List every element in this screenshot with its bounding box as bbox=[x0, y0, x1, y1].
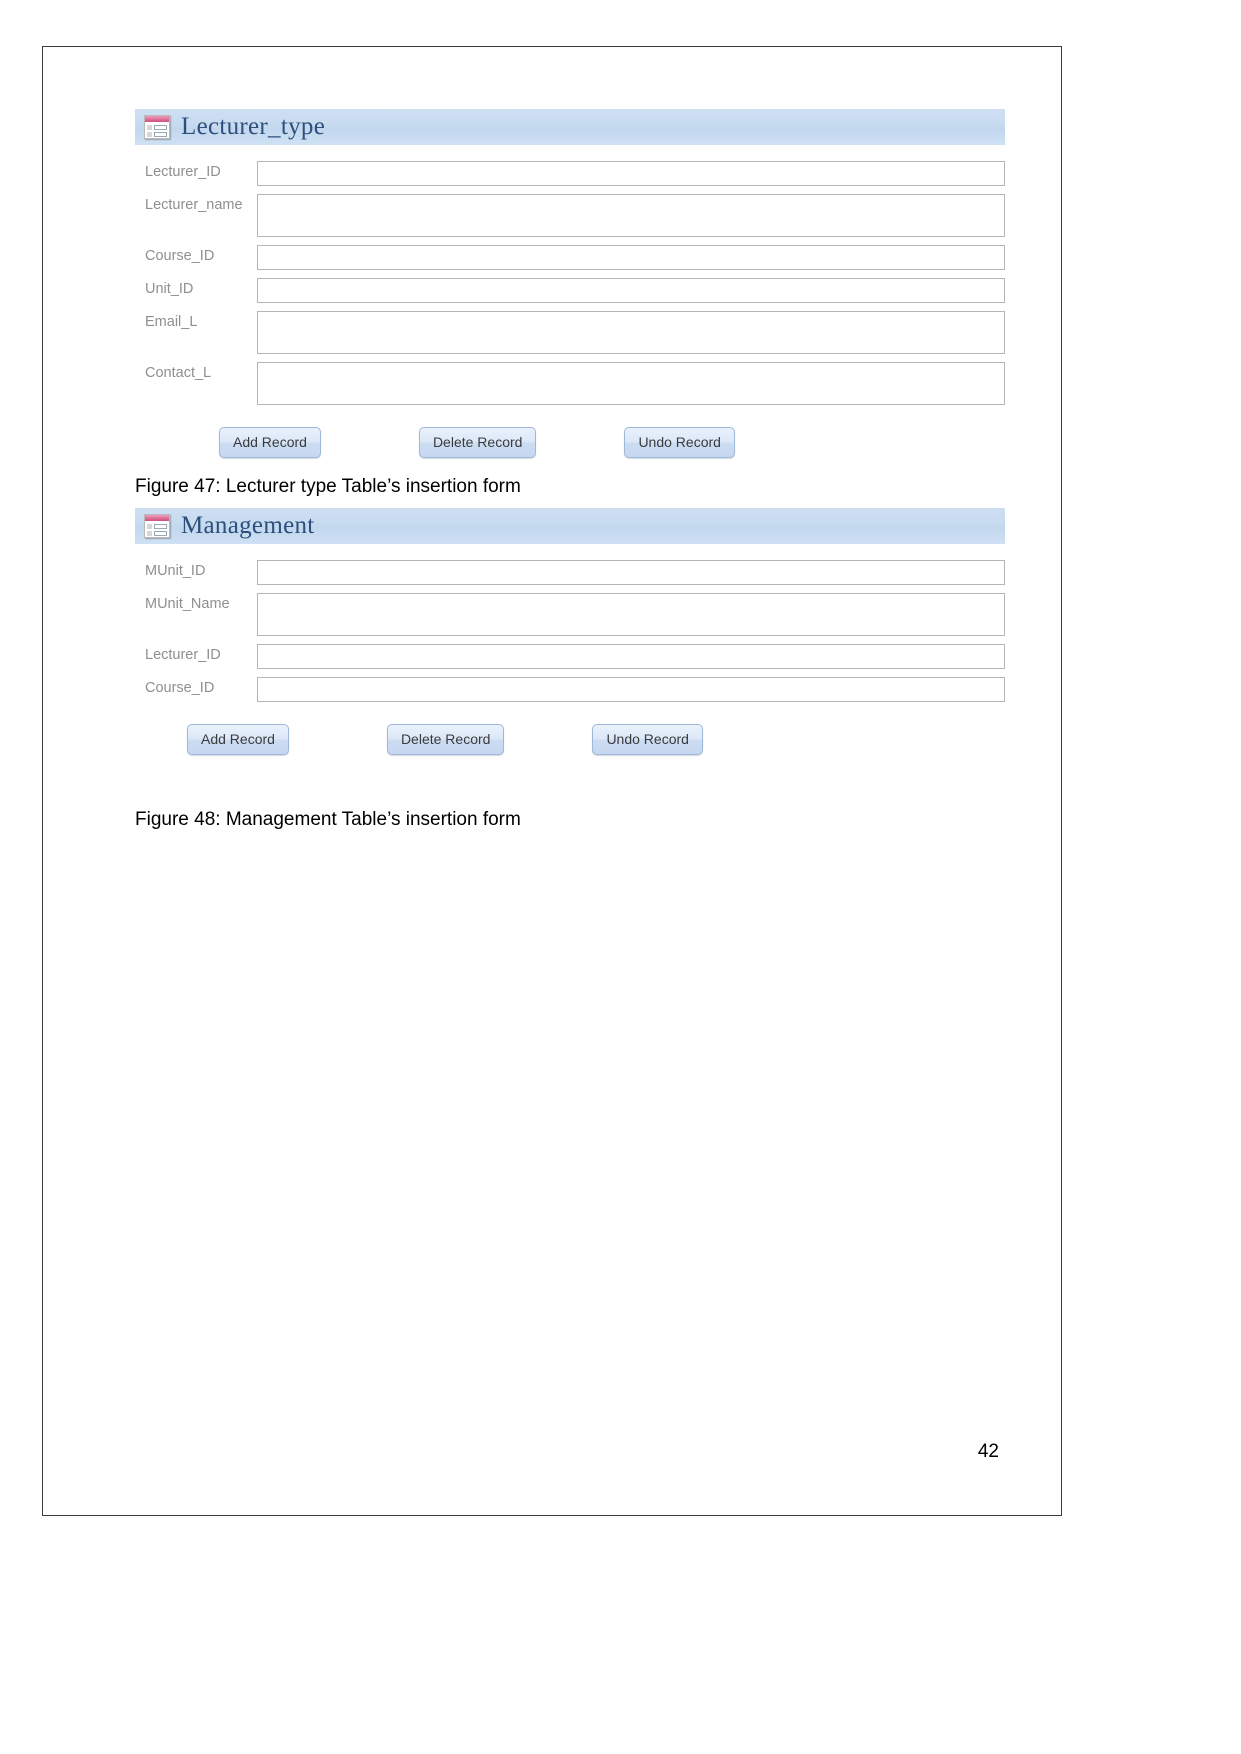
icon-row-2 bbox=[147, 531, 167, 536]
form-header: Management bbox=[135, 508, 1005, 544]
icon-row-field bbox=[154, 524, 167, 529]
undo-record-button[interactable]: Undo Record bbox=[592, 724, 703, 755]
field-row-munit-name: MUnit_Name bbox=[135, 593, 1005, 636]
course-id-input[interactable] bbox=[257, 677, 1005, 702]
form-button-row: Add Record Delete Record Undo Record bbox=[135, 427, 1005, 458]
email-l-input[interactable] bbox=[257, 311, 1005, 354]
course-id-input[interactable] bbox=[257, 245, 1005, 270]
undo-record-button[interactable]: Undo Record bbox=[624, 427, 735, 458]
delete-record-button[interactable]: Delete Record bbox=[418, 427, 537, 458]
delete-record-button[interactable]: Delete Record bbox=[386, 724, 505, 755]
form-field-list: Lecturer_ID Lecturer_name Course_ID Unit… bbox=[135, 145, 1005, 405]
access-form-icon bbox=[144, 514, 170, 538]
field-row-lecturer-id: Lecturer_ID bbox=[135, 644, 1005, 669]
icon-row-field bbox=[154, 132, 167, 137]
field-label: Course_ID bbox=[145, 248, 215, 264]
field-label: Lecturer_ID bbox=[145, 164, 221, 180]
form-button-row: Add Record Delete Record Undo Record bbox=[135, 724, 1005, 755]
field-label: Email_L bbox=[145, 314, 198, 330]
lecturer-id-input[interactable] bbox=[257, 161, 1005, 186]
add-record-button[interactable]: Add Record bbox=[187, 724, 289, 755]
field-row-lecturer-name: Lecturer_name bbox=[135, 194, 1005, 237]
page-content: Lecturer_type Lecturer_ID Lecturer_name … bbox=[135, 109, 1005, 831]
field-label: Contact_L bbox=[145, 365, 212, 381]
icon-row-1 bbox=[147, 524, 167, 529]
icon-row-label bbox=[147, 531, 152, 536]
lecturer-id-input[interactable] bbox=[257, 644, 1005, 669]
field-row-lecturer-id: Lecturer_ID bbox=[135, 161, 1005, 186]
icon-row-label bbox=[147, 524, 152, 529]
form-title: Management bbox=[181, 512, 315, 539]
field-row-course-id: Course_ID bbox=[135, 245, 1005, 270]
button-spacer bbox=[504, 724, 592, 755]
lecturer-name-input[interactable] bbox=[257, 194, 1005, 237]
field-row-munit-id: MUnit_ID bbox=[135, 560, 1005, 585]
field-row-unit-id: Unit_ID bbox=[135, 278, 1005, 303]
munit-name-input[interactable] bbox=[257, 593, 1005, 636]
field-label: Unit_ID bbox=[145, 281, 194, 297]
icon-row-field bbox=[154, 531, 167, 536]
button-spacer bbox=[536, 427, 624, 458]
field-label: Lecturer_name bbox=[145, 197, 243, 213]
icon-row-field bbox=[154, 125, 167, 130]
munit-id-input[interactable] bbox=[257, 560, 1005, 585]
page-number: 42 bbox=[977, 1441, 999, 1462]
document-page: Lecturer_type Lecturer_ID Lecturer_name … bbox=[42, 46, 1062, 1516]
icon-row-2 bbox=[147, 132, 167, 137]
field-label: MUnit_Name bbox=[145, 596, 230, 612]
contact-l-input[interactable] bbox=[257, 362, 1005, 405]
field-label: MUnit_ID bbox=[145, 563, 206, 579]
icon-row-label bbox=[147, 125, 152, 130]
icon-row-1 bbox=[147, 125, 167, 130]
icon-titlebar bbox=[145, 515, 169, 521]
field-row-course-id: Course_ID bbox=[135, 677, 1005, 702]
access-form-icon bbox=[144, 115, 170, 139]
button-spacer bbox=[289, 724, 387, 755]
field-row-email-l: Email_L bbox=[135, 311, 1005, 354]
access-form-management: Management MUnit_ID MUnit_Name Lecturer_… bbox=[135, 508, 1005, 755]
add-record-button[interactable]: Add Record bbox=[219, 427, 321, 458]
field-label: Course_ID bbox=[145, 680, 215, 696]
form-field-list: MUnit_ID MUnit_Name Lecturer_ID Course_I… bbox=[135, 544, 1005, 702]
field-label: Lecturer_ID bbox=[145, 647, 221, 663]
button-spacer bbox=[321, 427, 419, 458]
icon-row-label bbox=[147, 132, 152, 137]
figure-caption-47: Figure 47: Lecturer type Table’s inserti… bbox=[135, 476, 521, 497]
icon-titlebar bbox=[145, 116, 169, 122]
figure-caption-48: Figure 48: Management Table’s insertion … bbox=[135, 809, 521, 830]
access-form-lecturer-type: Lecturer_type Lecturer_ID Lecturer_name … bbox=[135, 109, 1005, 458]
form-title: Lecturer_type bbox=[181, 113, 326, 140]
field-row-contact-l: Contact_L bbox=[135, 362, 1005, 405]
form-header: Lecturer_type bbox=[135, 109, 1005, 145]
unit-id-input[interactable] bbox=[257, 278, 1005, 303]
